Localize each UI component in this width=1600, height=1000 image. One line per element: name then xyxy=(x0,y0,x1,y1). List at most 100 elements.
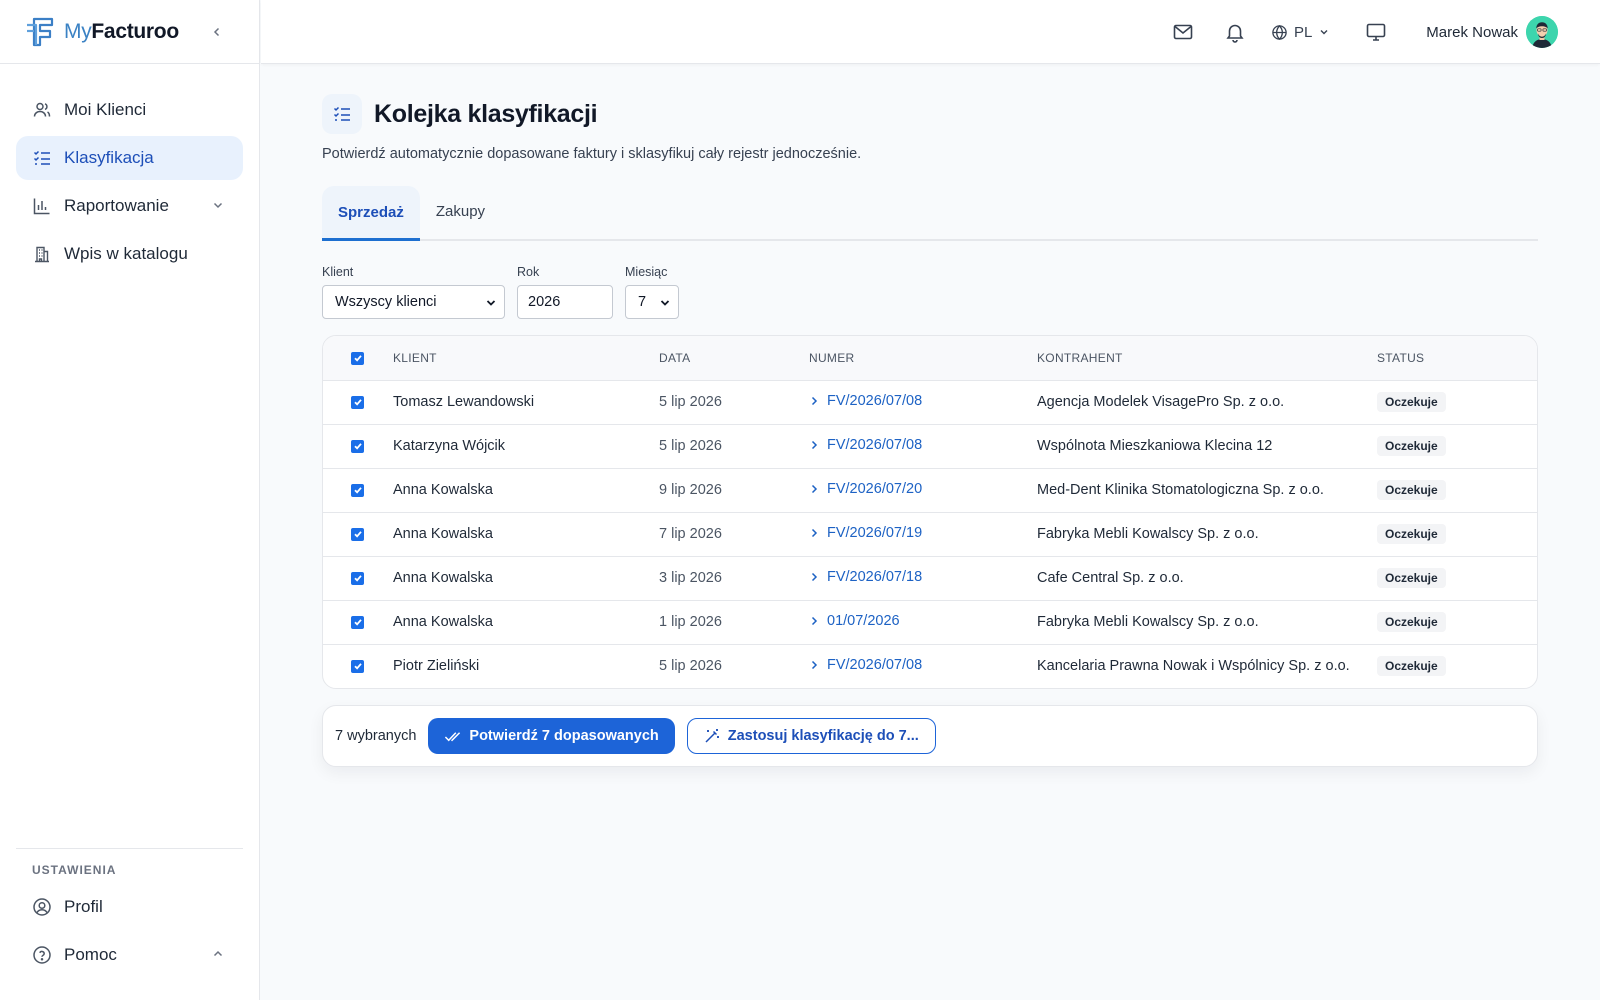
page-header: Kolejka klasyfikacji xyxy=(322,94,1538,134)
column-header-klient[interactable]: KLIENT xyxy=(393,336,659,381)
sidebar-item-label: Moi Klienci xyxy=(64,100,147,119)
cell-klient: Anna Kowalska xyxy=(393,512,659,557)
row-checkbox[interactable] xyxy=(351,395,364,409)
user-menu[interactable]: Marek Nowak xyxy=(1426,16,1558,48)
table-row[interactable]: Anna Kowalska 9 lip 2026 FV/2026/07/20 M… xyxy=(323,468,1537,513)
invoice-number: FV/2026/07/08 xyxy=(827,393,923,409)
table-row[interactable]: Anna Kowalska 3 lip 2026 FV/2026/07/18 C… xyxy=(323,556,1537,601)
row-checkbox[interactable] xyxy=(351,615,364,629)
status-badge: Oczekuje xyxy=(1377,612,1446,632)
page-subtitle: Potwierdź automatycznie dopasowane faktu… xyxy=(322,146,862,162)
messages-button[interactable] xyxy=(1167,16,1199,48)
magic-wand-icon xyxy=(705,729,719,743)
select-all-checkbox[interactable] xyxy=(351,351,364,365)
cell-status: Oczekuje xyxy=(1377,556,1537,601)
cell-klient: Anna Kowalska xyxy=(393,556,659,601)
notifications-button[interactable] xyxy=(1219,16,1251,48)
cell-status: Oczekuje xyxy=(1377,512,1537,557)
table-row[interactable]: Katarzyna Wójcik 5 lip 2026 FV/2026/07/0… xyxy=(323,424,1537,469)
cell-status: Oczekuje xyxy=(1377,600,1537,645)
sidebar-item-pomoc[interactable]: Pomoc xyxy=(16,933,243,977)
status-badge: Oczekuje xyxy=(1377,568,1446,588)
invoice-number: FV/2026/07/08 xyxy=(827,657,923,674)
cell-numer: FV/2026/07/08 xyxy=(809,424,1037,469)
settings-title: USTAWIENIA xyxy=(32,863,117,877)
selected-count: 7 wybranych xyxy=(335,728,417,744)
cell-kontrahent: Fabryka Mebli Kowalscy Sp. z o.o. xyxy=(1037,512,1377,557)
globe-icon xyxy=(1272,24,1287,40)
year-input[interactable]: 2026 xyxy=(517,285,613,319)
sidebar-item-raportowanie[interactable]: Raportowanie xyxy=(16,184,243,228)
client-select[interactable]: Wszyscy klienci xyxy=(322,285,505,319)
collapse-sidebar-button[interactable] xyxy=(207,22,227,42)
main-nav: Moi Klienci Klasyfikacja Raportowanie Wp… xyxy=(0,64,259,276)
row-checkbox[interactable] xyxy=(351,659,364,673)
invoice-number-link[interactable]: FV/2026/07/19 xyxy=(809,525,922,541)
invoice-number-link[interactable]: FV/2026/07/08 xyxy=(809,437,922,453)
chevron-right-icon xyxy=(809,616,819,626)
chevron-right-icon xyxy=(809,528,819,538)
status-badge: Oczekuje xyxy=(1377,656,1446,677)
month-select[interactable]: 7 xyxy=(625,285,679,319)
confirm-matched-button[interactable]: Potwierdź 7 dopasowanych xyxy=(428,718,675,754)
cell-status: Oczekuje xyxy=(1377,644,1537,688)
apply-classification-button[interactable]: Zastosuj klasyfikację do 7... xyxy=(686,718,936,754)
sidebar-item-profil[interactable]: Profil xyxy=(16,885,243,929)
brand: MyFacturoo xyxy=(0,0,259,64)
status-badge: Oczekuje xyxy=(1377,524,1446,544)
month-select-value: 7 xyxy=(638,294,647,310)
invoice-number-link[interactable]: FV/2026/07/08 xyxy=(809,393,922,409)
row-checkbox[interactable] xyxy=(351,571,364,585)
cell-klient: Piotr Zieliński xyxy=(393,658,480,675)
row-checkbox[interactable] xyxy=(351,439,364,453)
status-badge: Oczekuje xyxy=(1377,480,1446,500)
table-row[interactable]: Tomasz Lewandowski 5 lip 2026 FV/2026/07… xyxy=(323,380,1537,425)
display-button[interactable] xyxy=(1360,16,1392,48)
users-icon xyxy=(32,100,52,120)
sidebar-item-label: Wpis w katalogu xyxy=(64,244,188,263)
sidebar-item-label: Raportowanie xyxy=(64,196,169,215)
invoice-number-link[interactable]: FV/2026/07/18 xyxy=(809,569,922,585)
invoice-number-link[interactable]: FV/2026/07/08 xyxy=(809,657,922,673)
table-row[interactable]: Piotr Zieliński 5 lip 2026 FV/2026/07/08… xyxy=(323,644,1537,688)
column-header-data[interactable]: DATA xyxy=(659,336,809,381)
sidebar-item-moi-klienci[interactable]: Moi Klienci xyxy=(16,88,243,132)
column-header-numer[interactable]: NUMER xyxy=(809,336,1037,381)
invoice-number-link[interactable]: FV/2026/07/20 xyxy=(809,481,922,497)
chevron-left-icon xyxy=(213,27,220,37)
main-content: Kolejka klasyfikacji Potwierdź automatyc… xyxy=(322,64,1538,767)
cell-kontrahent: Wspólnota Mieszkaniowa Klecina 12 xyxy=(1037,424,1377,469)
cell-klient: Anna Kowalska xyxy=(393,468,659,513)
chevron-right-icon xyxy=(809,396,819,406)
cell-klient: Tomasz Lewandowski xyxy=(393,380,659,425)
facturoo-logo-icon xyxy=(27,17,54,46)
topbar: PL Marek Nowak xyxy=(261,0,1600,64)
row-checkbox[interactable] xyxy=(351,483,364,497)
select-all-cell xyxy=(323,336,393,381)
tab-zakupy[interactable]: Zakupy xyxy=(420,184,501,239)
invoice-table: KLIENT DATA NUMER KONTRAHENT STATUS Toma… xyxy=(322,335,1538,689)
table-row[interactable]: Anna Kowalska 1 lip 2026 01/07/2026 Fabr… xyxy=(323,600,1537,645)
invoice-number: 01/07/2026 xyxy=(827,613,900,629)
cell-kontrahent: Agencja Modelek VisagePro Sp. z o.o. xyxy=(1037,380,1377,425)
client-filter: Klient Wszyscy klienci xyxy=(322,265,505,319)
top-actions: PL Marek Nowak xyxy=(1147,16,1558,48)
invoice-number: FV/2026/07/18 xyxy=(827,569,923,585)
cell-status: Oczekuje xyxy=(1377,424,1537,469)
year-input-value: 2026 xyxy=(528,294,561,310)
row-checkbox-cell xyxy=(323,468,393,513)
sidebar-item-klasyfikacja[interactable]: Klasyfikacja xyxy=(16,136,243,180)
page-title: Kolejka klasyfikacji xyxy=(374,99,598,128)
invoice-number: FV/2026/07/19 xyxy=(827,525,923,541)
tab-sprzedaz[interactable]: Sprzedaż xyxy=(322,186,420,241)
language-selector[interactable]: PL xyxy=(1271,24,1330,41)
row-checkbox[interactable] xyxy=(351,527,364,541)
cell-data: 5 lip 2026 xyxy=(659,658,722,675)
sidebar-item-wpis-w-katalogu[interactable]: Wpis w katalogu xyxy=(16,232,243,276)
chevron-down-icon xyxy=(659,297,671,309)
avatar-person-icon xyxy=(1526,16,1558,48)
invoice-number-link[interactable]: 01/07/2026 xyxy=(809,613,900,629)
table-row[interactable]: Anna Kowalska 7 lip 2026 FV/2026/07/19 F… xyxy=(323,512,1537,557)
column-header-kontrahent[interactable]: KONTRAHENT xyxy=(1037,336,1377,381)
column-header-status[interactable]: STATUS xyxy=(1377,336,1537,381)
